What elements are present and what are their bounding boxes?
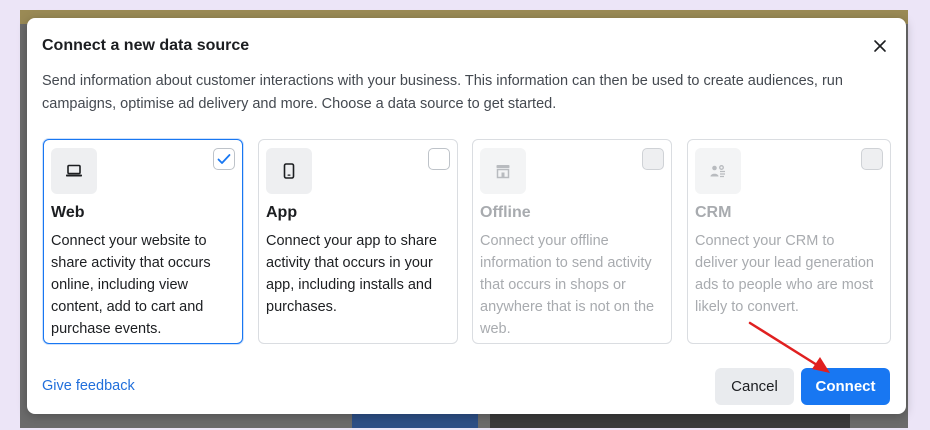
data-source-card-app[interactable]: App Connect your app to share activity t… (258, 139, 458, 344)
card-checkbox-offline (642, 148, 664, 170)
card-description: Connect your CRM to deliver your lead ge… (695, 233, 874, 315)
laptop-icon (51, 148, 97, 194)
card-description: Connect your app to share activity that … (266, 233, 437, 315)
data-source-card-offline: Offline Connect your offline information… (472, 139, 672, 344)
store-icon (480, 148, 526, 194)
card-checkbox-app[interactable] (428, 148, 450, 170)
card-description: Connect your website to share activity t… (51, 233, 211, 337)
card-title: App (266, 204, 298, 221)
dialog-description: Send information about customer interact… (42, 73, 843, 112)
close-icon (874, 40, 886, 52)
mobile-icon (266, 148, 312, 194)
data-source-card-web[interactable]: Web Connect your website to share activi… (43, 139, 243, 344)
data-source-options: Web Connect your website to share activi… (43, 139, 891, 345)
connect-button[interactable]: Connect (801, 368, 890, 405)
connect-data-source-dialog: Connect a new data source Send informati… (27, 18, 906, 414)
cancel-button[interactable]: Cancel (715, 368, 794, 405)
card-title: Web (51, 204, 85, 221)
dialog-title: Connect a new data source (42, 37, 250, 54)
give-feedback-link[interactable]: Give feedback (42, 378, 135, 394)
card-title: Offline (480, 204, 531, 221)
card-checkbox-crm (861, 148, 883, 170)
checkmark-icon (217, 154, 231, 164)
card-description: Connect your offline information to send… (480, 233, 655, 337)
people-icon (695, 148, 741, 194)
data-source-card-crm: CRM Connect your CRM to deliver your lea… (687, 139, 891, 344)
card-title: CRM (695, 204, 732, 221)
close-button[interactable] (868, 34, 892, 58)
card-checkbox-web[interactable] (213, 148, 235, 170)
